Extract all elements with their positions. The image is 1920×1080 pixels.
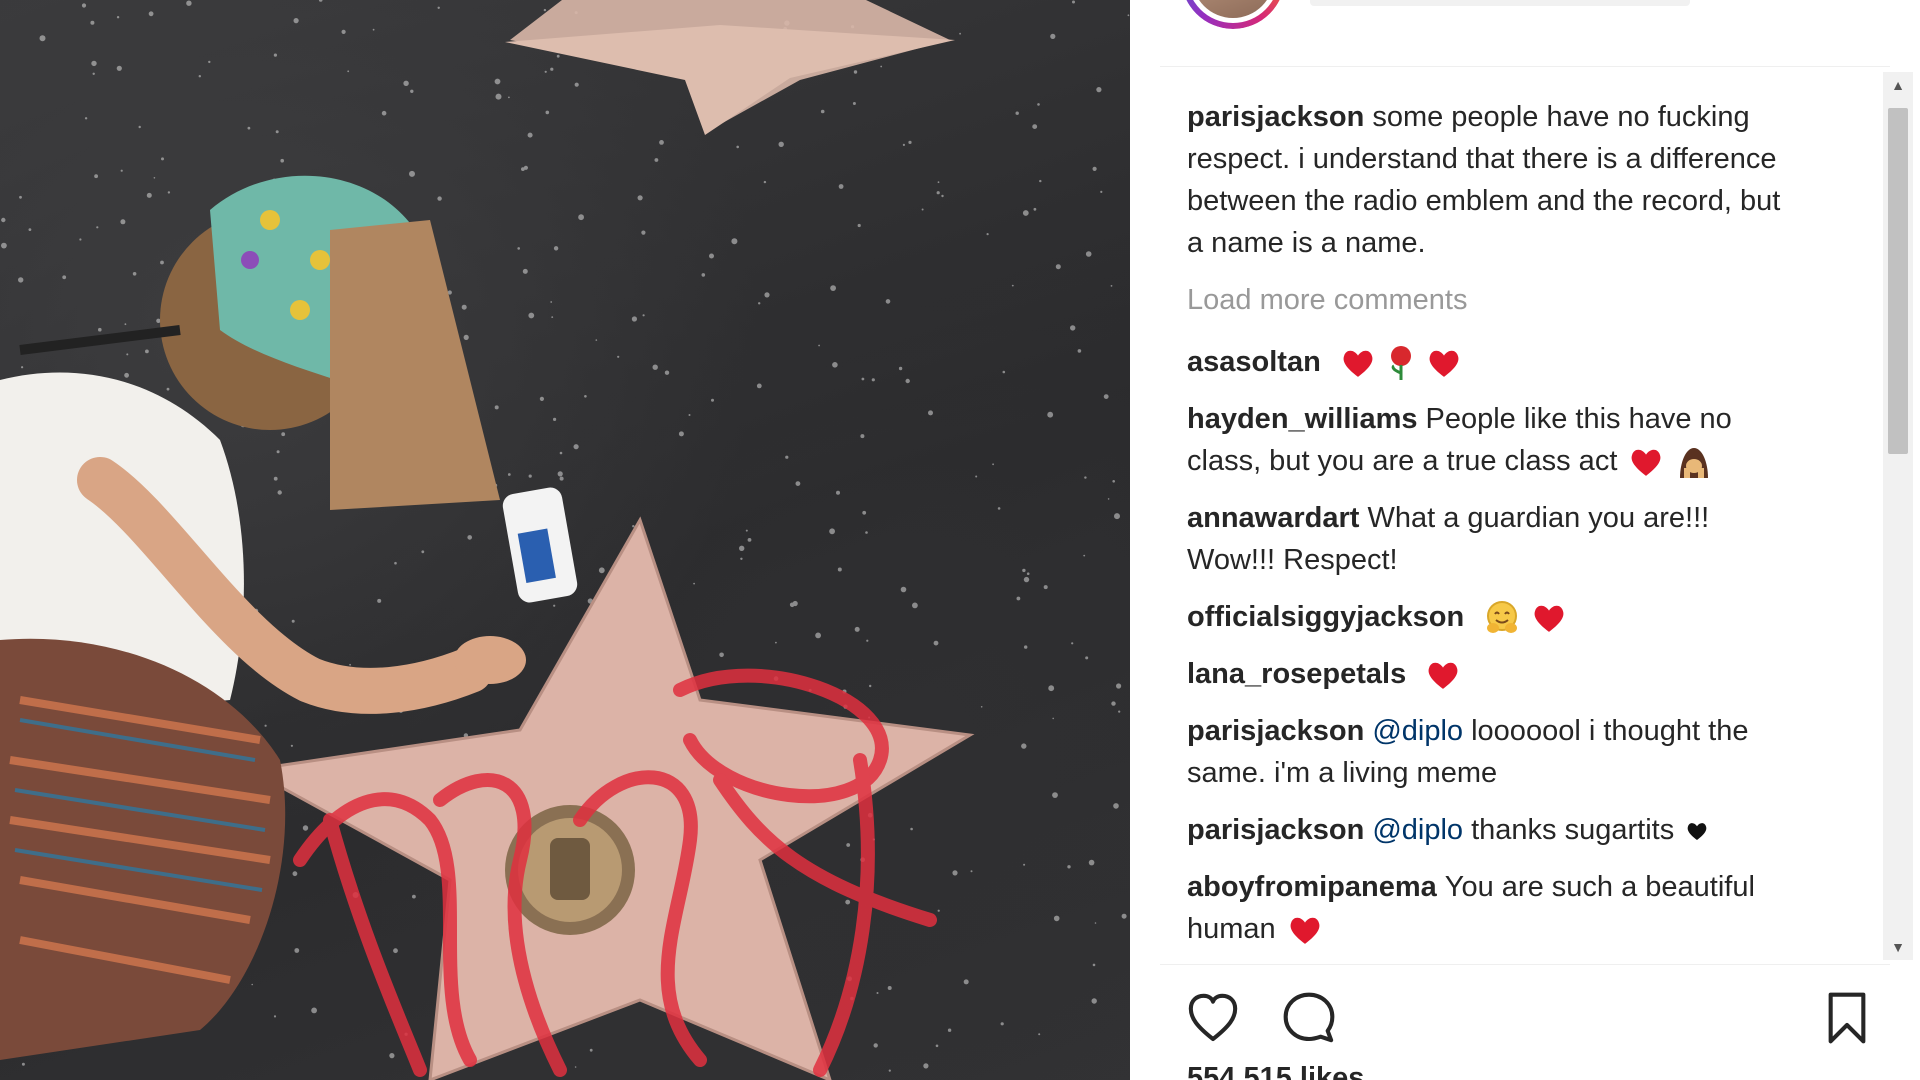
mention-link[interactable]: @diplo xyxy=(1372,814,1463,846)
mention-link[interactable]: @diplo xyxy=(1372,715,1463,747)
comments-list: parisjackson some people have no fucking … xyxy=(1187,96,1787,965)
comment-item: aboyfromipanema You are such a beautiful … xyxy=(1187,866,1787,950)
load-more-comments-link[interactable]: Load more comments xyxy=(1187,279,1787,321)
caption-username[interactable]: parisjackson xyxy=(1187,101,1364,133)
comment-bubble-icon xyxy=(1283,992,1335,1043)
scrollbar-thumb[interactable] xyxy=(1888,108,1908,454)
heart-emoji-icon xyxy=(1534,606,1564,633)
heart-emoji-icon xyxy=(1343,351,1373,378)
comment-button[interactable] xyxy=(1281,990,1337,1046)
likes-count[interactable]: 554,515 likes xyxy=(1187,1062,1364,1080)
heart-emoji-icon xyxy=(1428,663,1458,690)
comment-item: lana_rosepetals xyxy=(1187,653,1787,695)
comment-username[interactable]: lana_rosepetals xyxy=(1187,658,1406,690)
divider xyxy=(1160,964,1890,965)
bowing-person-emoji-icon xyxy=(1679,448,1708,479)
hugging-face-emoji-icon xyxy=(1487,601,1518,634)
instagram-post-view: parisjackson some people have no fucking … xyxy=(0,0,1920,1080)
comment-item: hayden_williams People like this have no … xyxy=(1187,398,1787,482)
comments-scrollbar[interactable]: ▲ ▼ xyxy=(1883,72,1913,960)
comment-username[interactable]: aboyfromipanema xyxy=(1187,871,1437,903)
heart-emoji-icon xyxy=(1290,918,1320,945)
post-side-panel: parisjackson some people have no fucking … xyxy=(1130,0,1920,1080)
comment-item: parisjackson @diplo looooool i thought th… xyxy=(1187,710,1787,794)
save-button[interactable] xyxy=(1819,990,1875,1046)
comment-item: parisjackson @diplo thanks sugartits xyxy=(1187,809,1787,851)
bookmark-icon xyxy=(1828,992,1866,1044)
black-heart-emoji-icon xyxy=(1687,823,1707,841)
header-username-placeholder xyxy=(1310,0,1690,6)
comment-username[interactable]: annawardart xyxy=(1187,502,1359,534)
walk-of-fame-photo xyxy=(0,0,1130,1080)
comment-username[interactable]: parisjackson xyxy=(1187,814,1364,846)
heart-emoji-icon xyxy=(1429,351,1459,378)
paper-bag xyxy=(330,220,500,510)
heart-emoji-icon xyxy=(1632,450,1661,477)
scroll-up-arrow-icon[interactable]: ▲ xyxy=(1883,72,1913,98)
comment-item: asasoltan xyxy=(1187,341,1787,383)
comment-username[interactable]: officialsiggyjackson xyxy=(1187,601,1464,633)
comment-username[interactable]: parisjackson xyxy=(1187,715,1364,747)
comment-text: thanks sugartits xyxy=(1471,814,1675,846)
comment-username[interactable]: hayden_williams xyxy=(1187,403,1418,435)
post-actions xyxy=(1185,990,1885,1046)
heart-outline-icon xyxy=(1188,993,1238,1042)
like-button[interactable] xyxy=(1185,990,1241,1046)
scroll-down-arrow-icon[interactable]: ▼ xyxy=(1883,934,1913,960)
avatar[interactable] xyxy=(1181,0,1285,29)
caption: parisjackson some people have no fucking … xyxy=(1187,96,1787,264)
comment-item: officialsiggyjackson xyxy=(1187,596,1787,638)
comment-username[interactable]: asasoltan xyxy=(1187,346,1321,378)
comment-item: annawardart What a guardian you are!!! Wo… xyxy=(1187,497,1787,581)
rose-emoji-icon xyxy=(1390,346,1411,381)
divider xyxy=(1160,66,1890,67)
post-photo xyxy=(0,0,1130,1080)
